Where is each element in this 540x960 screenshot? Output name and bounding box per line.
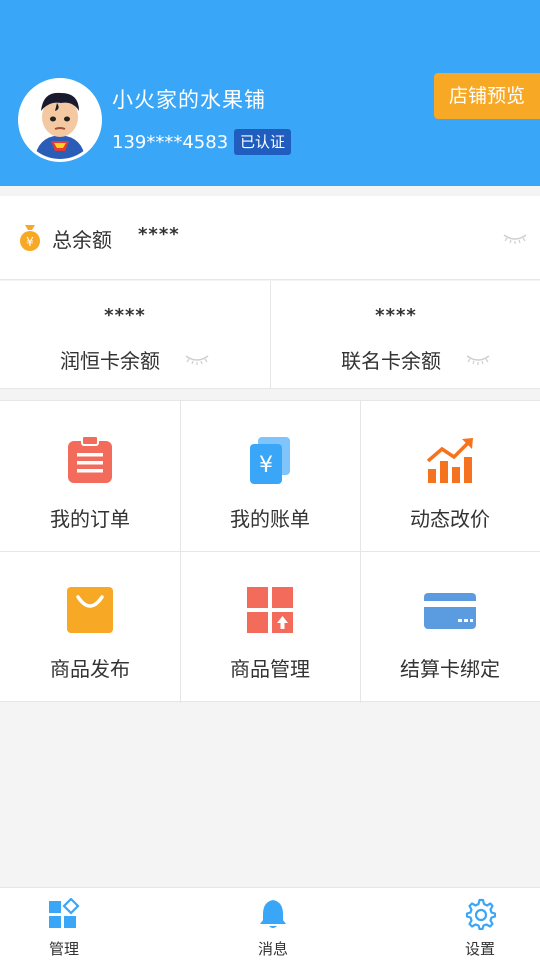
clipboard-icon (68, 435, 112, 483)
menu-item-label: 我的订单 (50, 507, 130, 531)
menu-item-label: 结算卡绑定 (400, 657, 500, 681)
nav-label: 管理 (48, 940, 79, 958)
bell-icon (260, 900, 286, 928)
menu-grid: 我的订单 ¥ 我的账单 动态改价 商品发布 商品管理 结算卡绑定 (0, 400, 540, 703)
total-balance-value: **** (138, 224, 180, 245)
store-name: 小火家的水果铺 (112, 88, 266, 112)
menu-item-product-publish[interactable]: 商品发布 (0, 551, 180, 701)
menu-item-dynamic-pricing[interactable]: 动态改价 (360, 401, 540, 551)
bottom-nav: 管理 消息 设置 (0, 887, 540, 960)
svg-text:¥: ¥ (26, 235, 34, 249)
bank-card-icon (424, 593, 476, 629)
eye-closed-icon[interactable] (184, 353, 210, 367)
menu-item-label: 动态改价 (410, 507, 490, 531)
grid-manage-icon (247, 587, 293, 633)
card-balances-row: **** 润恒卡余额 **** 联名卡余额 (0, 281, 540, 389)
card-balance-value: **** (104, 305, 146, 326)
verified-badge: 已认证 (234, 129, 292, 155)
card-balance-runheng[interactable]: **** 润恒卡余额 (0, 281, 270, 389)
nav-label: 消息 (257, 940, 288, 958)
superhero-avatar-icon (21, 81, 99, 159)
menu-item-label: 商品发布 (50, 657, 130, 681)
total-balance-row: ¥ 总余额 **** (0, 196, 540, 280)
header: 小火家的水果铺 139****4583 已认证 店铺预览 (0, 0, 540, 186)
card-balance-co-branded[interactable]: **** 联名卡余额 (270, 281, 540, 389)
money-bag-icon: ¥ (20, 225, 40, 251)
shopping-bag-icon (67, 587, 113, 633)
gear-icon (465, 898, 496, 930)
card-balance-value: **** (375, 305, 417, 326)
phone-number: 139****4583 (112, 132, 229, 153)
nav-label: 设置 (464, 940, 495, 958)
menu-item-my-orders[interactable]: 我的订单 (0, 401, 180, 551)
menu-item-product-manage[interactable]: 商品管理 (180, 551, 360, 701)
card-balance-label: 润恒卡余额 (60, 349, 160, 373)
svg-text:¥: ¥ (259, 453, 273, 478)
eye-closed-icon[interactable] (465, 353, 491, 367)
card-balance-label: 联名卡余额 (341, 349, 441, 373)
avatar[interactable] (18, 78, 102, 162)
chart-trend-icon (426, 438, 473, 483)
menu-item-settlement-card[interactable]: 结算卡绑定 (360, 551, 540, 701)
menu-item-label: 商品管理 (230, 657, 310, 681)
nav-item-messages[interactable]: 消息 (223, 888, 323, 960)
nav-item-manage[interactable]: 管理 (14, 888, 114, 960)
nav-item-settings[interactable]: 设置 (430, 888, 530, 960)
menu-item-my-bills[interactable]: ¥ 我的账单 (180, 401, 360, 551)
eye-closed-icon[interactable] (502, 232, 528, 246)
total-balance-label: 总余额 (52, 228, 112, 252)
manage-icon (49, 898, 80, 928)
store-preview-button[interactable]: 店铺预览 (434, 73, 540, 119)
menu-item-label: 我的账单 (230, 507, 310, 531)
bill-icon: ¥ (250, 437, 290, 484)
